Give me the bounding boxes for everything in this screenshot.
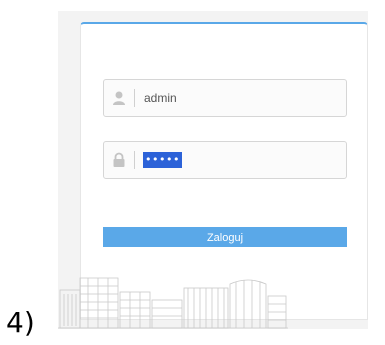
- step-number-label: 4): [6, 306, 35, 339]
- city-skyline-illustration: [58, 277, 288, 329]
- username-input[interactable]: [144, 80, 334, 116]
- password-input[interactable]: •••••: [143, 152, 182, 168]
- screenshot-stage: ••••• Zaloguj: [0, 0, 385, 345]
- field-separator: [134, 89, 135, 107]
- password-field[interactable]: •••••: [103, 141, 347, 179]
- user-icon: [112, 90, 126, 106]
- lock-icon: [112, 152, 126, 168]
- login-button[interactable]: Zaloguj: [103, 227, 347, 247]
- field-separator: [134, 151, 135, 169]
- username-field[interactable]: [103, 79, 347, 117]
